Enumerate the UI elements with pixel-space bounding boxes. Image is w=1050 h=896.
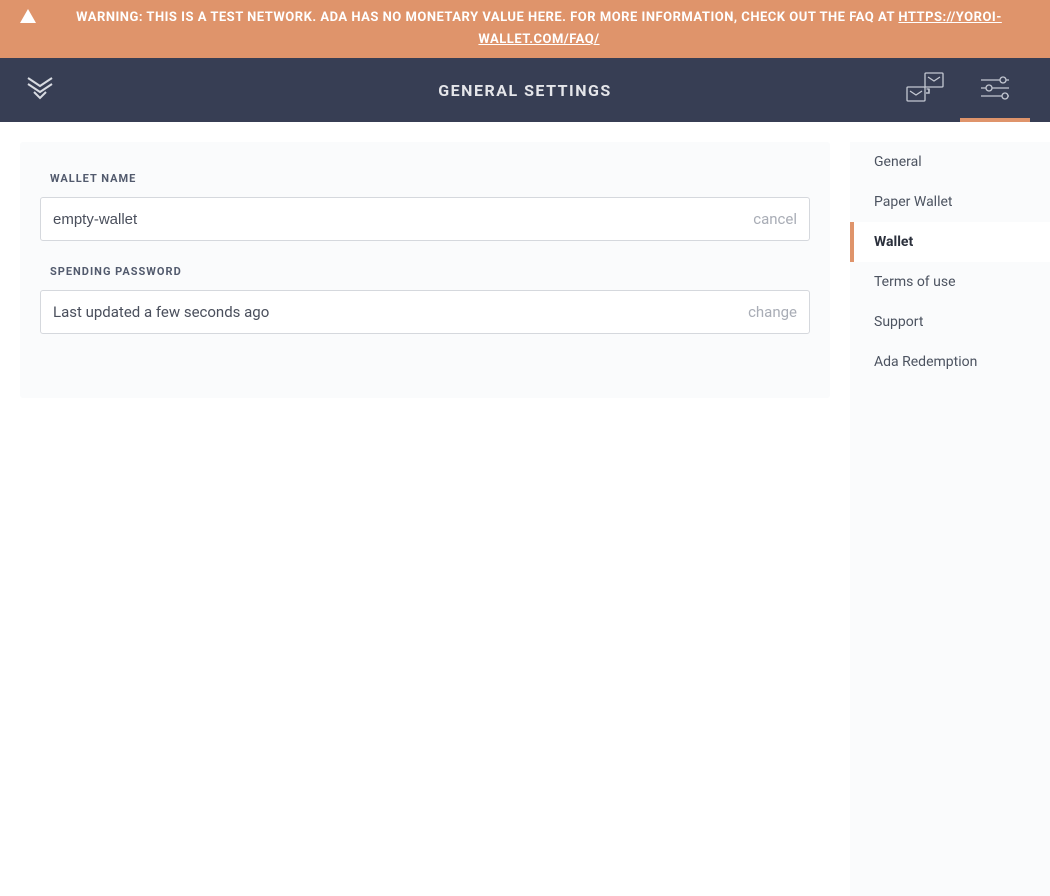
sidebar-item-terms-of-use[interactable]: Terms of use [850,262,1050,302]
main-layout: WALLET NAME cancel SPENDING PASSWORD Las… [0,122,1050,896]
page-title: GENERAL SETTINGS [438,81,612,100]
wallet-name-block: WALLET NAME cancel [40,172,810,241]
wallet-name-cancel-button[interactable]: cancel [743,210,797,228]
content-area: WALLET NAME cancel SPENDING PASSWORD Las… [0,122,850,896]
sidebar-item-support[interactable]: Support [850,302,1050,342]
sidebar-item-ada-redemption[interactable]: Ada Redemption [850,342,1050,382]
wallet-name-label: WALLET NAME [40,172,810,185]
settings-sidebar: General Paper Wallet Wallet Terms of use… [850,142,1050,896]
settings-sliders-icon [979,75,1011,105]
settings-nav-button[interactable] [960,58,1030,122]
wallets-nav-button[interactable] [890,58,960,122]
spending-password-change-button[interactable]: change [738,303,797,321]
nav-right-group [890,58,1030,122]
wallet-name-input[interactable] [53,211,743,228]
yoroi-logo-icon[interactable] [24,72,56,108]
wallet-name-row: cancel [40,197,810,241]
spending-password-label: SPENDING PASSWORD [40,265,810,278]
warning-banner: WARNING: THIS IS A TEST NETWORK. ADA HAS… [0,0,1050,58]
sidebar-item-general[interactable]: General [850,142,1050,182]
sidebar-item-paper-wallet[interactable]: Paper Wallet [850,182,1050,222]
warning-text-container: WARNING: THIS IS A TEST NETWORK. ADA HAS… [48,7,1030,51]
settings-card: WALLET NAME cancel SPENDING PASSWORD Las… [20,142,830,398]
sidebar-item-wallet[interactable]: Wallet [850,222,1050,262]
wallets-stack-icon [903,69,947,111]
spending-password-row: Last updated a few seconds ago change [40,290,810,334]
spending-password-block: SPENDING PASSWORD Last updated a few sec… [40,265,810,334]
spending-password-status: Last updated a few seconds ago [53,303,738,321]
warning-triangle-icon [20,9,36,31]
top-nav: GENERAL SETTINGS [0,58,1050,122]
warning-text: WARNING: THIS IS A TEST NETWORK. ADA HAS… [76,10,898,25]
